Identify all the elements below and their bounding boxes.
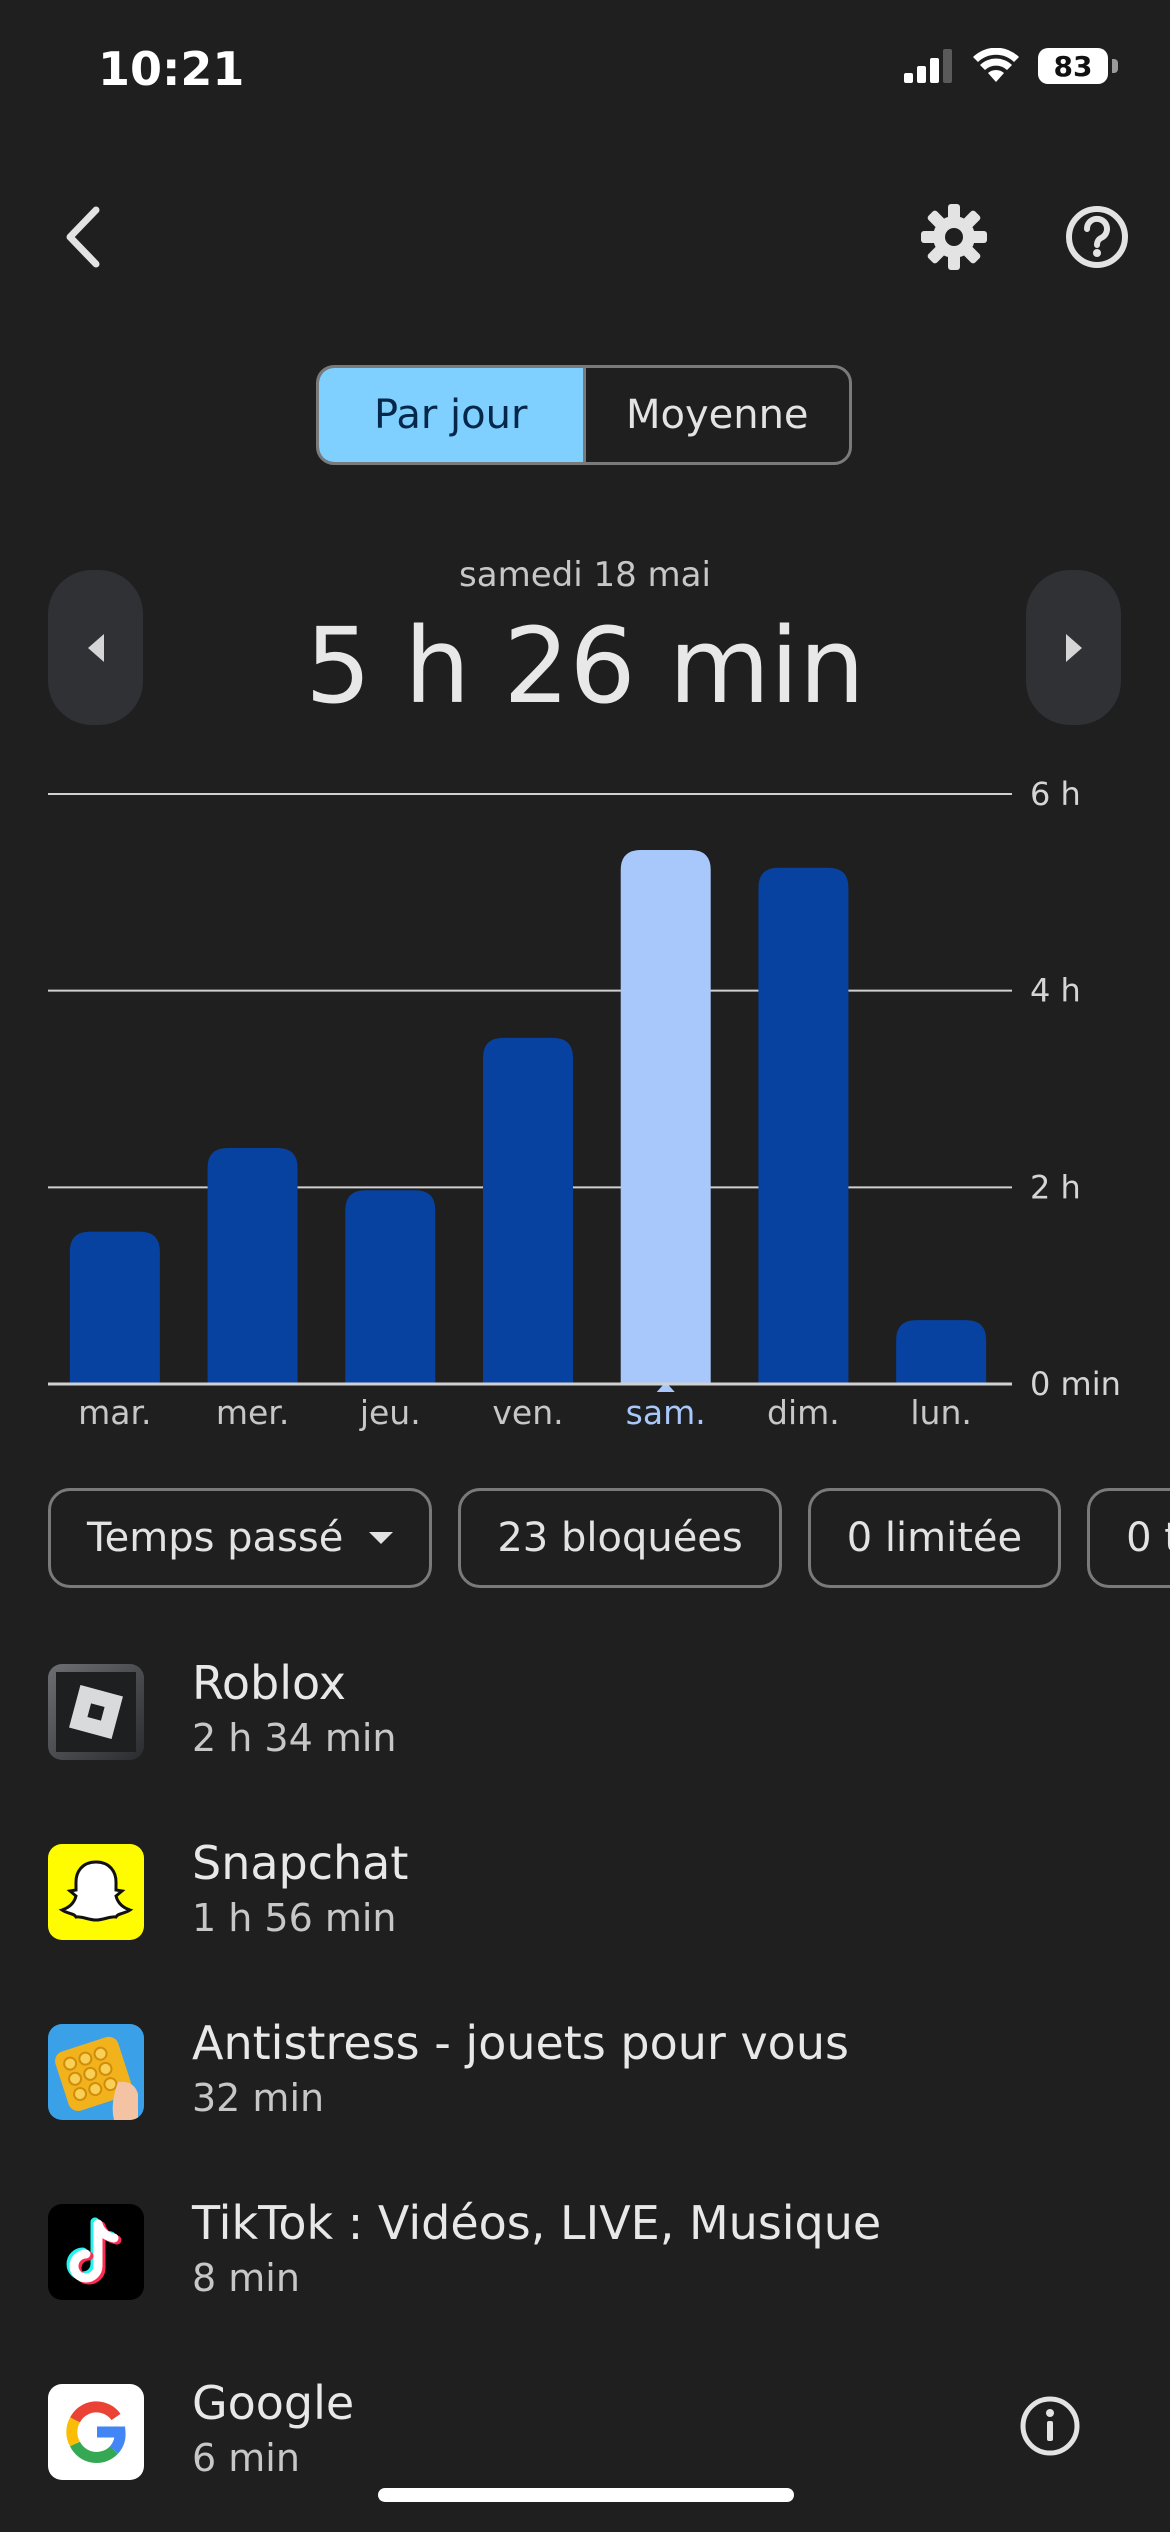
y-tick-label: 6 h — [1030, 775, 1081, 813]
chevron-left-icon — [66, 206, 100, 268]
list-item[interactable]: Snapchat 1 h 56 min — [48, 1836, 1128, 1944]
y-tick-label: 4 h — [1030, 972, 1081, 1010]
google-icon — [48, 2384, 144, 2480]
x-tick-label: lun. — [910, 1393, 972, 1432]
caret-right-icon — [1065, 633, 1082, 662]
app-time: 32 min — [192, 2076, 325, 2120]
view-toggle: Par jour Moyenne — [316, 365, 852, 465]
total-screen-time: 5 h 26 min — [305, 605, 865, 727]
x-tick-label: sam. — [626, 1393, 706, 1432]
app-name: Snapchat — [192, 1836, 409, 1890]
tab-moyenne[interactable]: Moyenne — [582, 368, 850, 462]
signal-icon — [904, 49, 952, 83]
gear-icon — [921, 204, 987, 270]
y-tick-label: 0 min — [1030, 1365, 1121, 1403]
selected-date: samedi 18 mai — [459, 555, 711, 595]
filter-label: Temps passé — [87, 1515, 344, 1561]
filter-partial[interactable]: 0 t — [1087, 1488, 1170, 1588]
bar-mer[interactable] — [207, 1148, 298, 1384]
x-tick-label: mer. — [216, 1393, 289, 1432]
tiktok-icon — [48, 2204, 144, 2300]
battery-level: 83 — [1053, 49, 1093, 83]
app-name: Roblox — [192, 1656, 346, 1710]
settings-button[interactable] — [909, 192, 999, 282]
snapchat-icon — [48, 1844, 144, 1940]
filter-temps-passe[interactable]: Temps passé — [48, 1488, 433, 1588]
tab-par-jour[interactable]: Par jour — [319, 368, 583, 462]
usage-bar-chart: 0 min 2 h 4 h 6 h mar. mer. jeu. ven. sam. dim. lu… — [48, 775, 1121, 1432]
bar-dim[interactable] — [758, 867, 849, 1384]
x-tick-label: ven. — [492, 1393, 563, 1432]
bar-lun[interactable] — [896, 1320, 987, 1384]
battery-tip — [1112, 59, 1118, 73]
wifi-icon — [973, 48, 1019, 82]
status-icons: 83 — [904, 48, 1118, 84]
app-info-button[interactable] — [1010, 2386, 1090, 2466]
antistress-icon — [48, 2024, 144, 2120]
app-time: 6 min — [192, 2436, 300, 2480]
filter-label: 0 t — [1126, 1515, 1170, 1561]
x-tick-label: dim. — [767, 1393, 840, 1432]
status-time: 10:21 — [98, 42, 245, 96]
app-name: Google — [192, 2376, 355, 2430]
app-name: TikTok : Vidéos, LIVE, Musique — [192, 2196, 882, 2250]
list-item[interactable]: Google 6 min — [48, 2376, 1128, 2484]
roblox-icon — [48, 1664, 144, 1760]
app-time: 2 h 34 min — [192, 1716, 397, 1760]
bar-ven[interactable] — [483, 1037, 573, 1384]
filter-label: 0 limitée — [846, 1515, 1023, 1561]
back-button[interactable] — [38, 192, 128, 282]
help-circle-icon — [1066, 206, 1128, 268]
bar-mar[interactable] — [69, 1231, 160, 1384]
list-item[interactable]: Antistress - jouets pour vous 32 min — [48, 2016, 1128, 2124]
home-indicator[interactable] — [378, 2488, 794, 2502]
app-name: Antistress - jouets pour vous — [192, 2016, 849, 2070]
app-time: 1 h 56 min — [192, 1896, 397, 1940]
x-tick-label: mar. — [78, 1393, 151, 1432]
info-icon — [1020, 2396, 1080, 2456]
list-item[interactable]: Roblox 2 h 34 min — [48, 1656, 1128, 1764]
filter-chips: Temps passé 23 bloquées 0 limitée 0 t — [48, 1488, 1170, 1588]
app-time: 8 min — [192, 2256, 300, 2300]
battery-indicator: 83 — [1038, 48, 1108, 84]
list-item[interactable]: TikTok : Vidéos, LIVE, Musique 8 min — [48, 2196, 1128, 2304]
filter-limitee[interactable]: 0 limitée — [807, 1488, 1062, 1588]
screen: 10:21 83 Par jour Moyenne samedi 18 mai … — [0, 0, 1170, 2532]
bar-jeu[interactable] — [345, 1190, 436, 1384]
filter-bloquees[interactable]: 23 bloquées — [458, 1488, 782, 1588]
next-day-button[interactable] — [1026, 570, 1121, 725]
bar-sam[interactable] — [620, 850, 711, 1384]
help-button[interactable] — [1052, 192, 1142, 282]
filter-label: 23 bloquées — [497, 1515, 743, 1561]
x-tick-label: jeu. — [359, 1393, 421, 1432]
y-tick-label: 2 h — [1030, 1168, 1081, 1206]
dropdown-caret-icon — [369, 1532, 394, 1544]
